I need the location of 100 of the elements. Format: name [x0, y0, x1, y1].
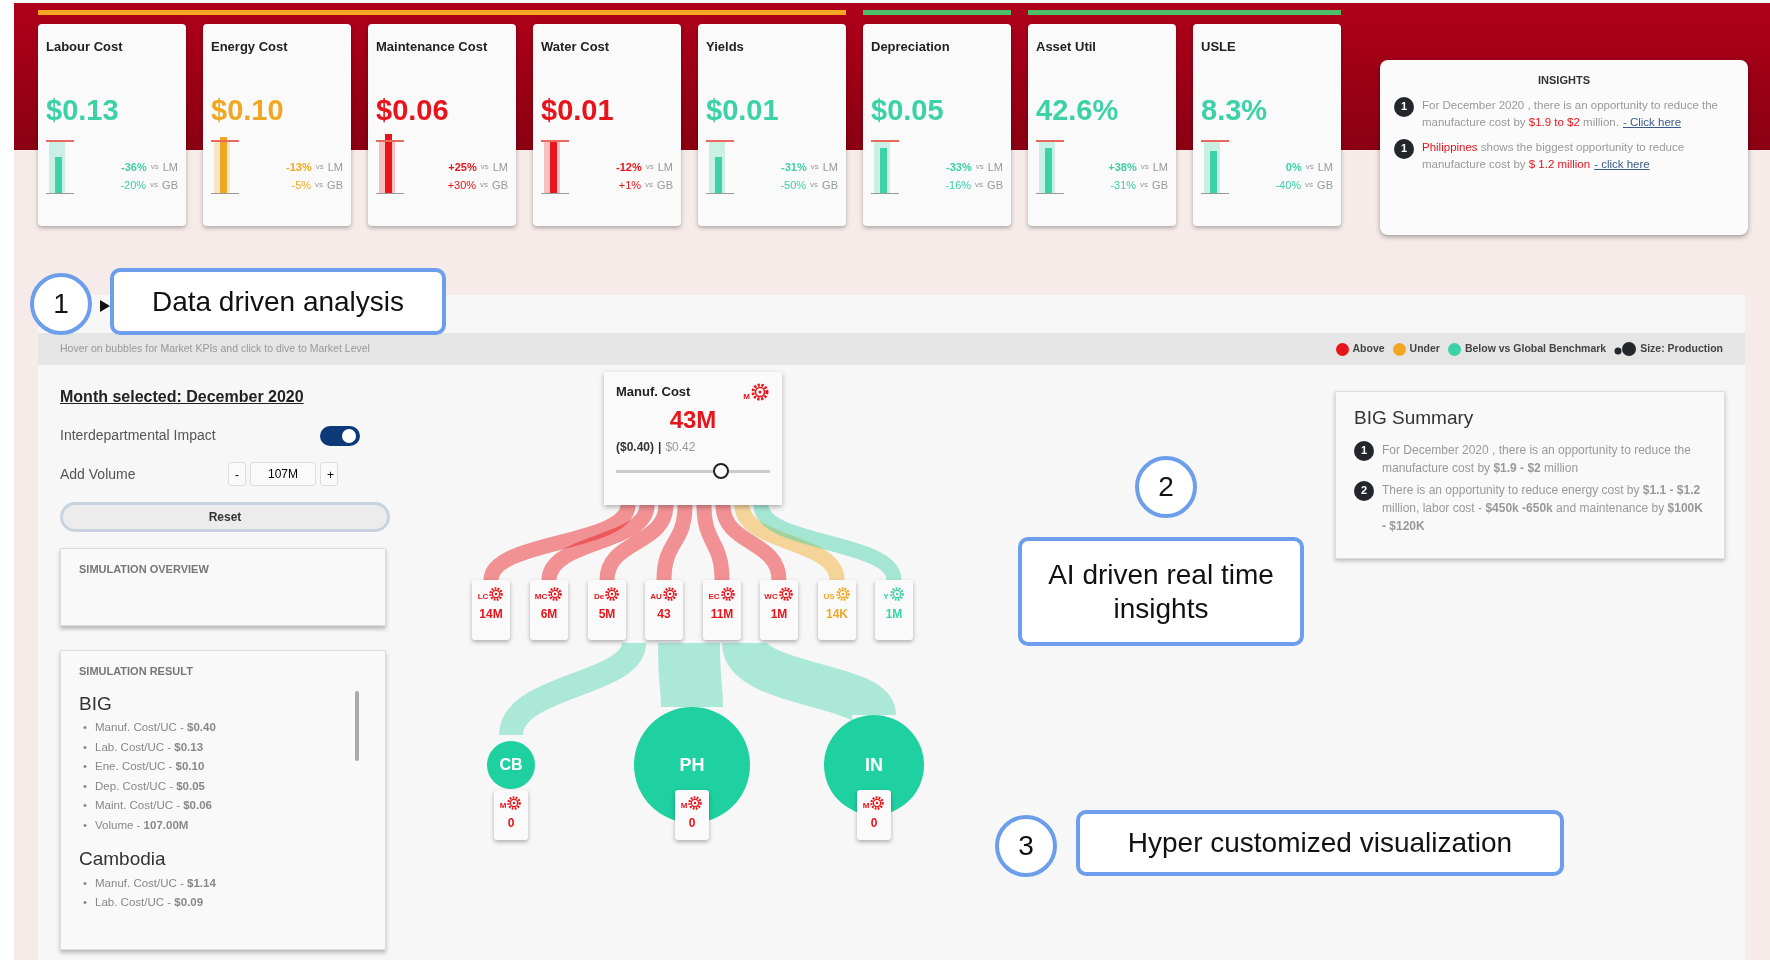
comparison-ref: LM: [987, 160, 1003, 176]
node-code: LC: [477, 592, 489, 602]
kpi-value: $0.05: [871, 94, 945, 127]
delta-value: -50%: [780, 178, 807, 194]
node-code: WC: [764, 592, 778, 602]
node-value: 1M: [885, 606, 903, 623]
gear-icon: [687, 795, 704, 811]
toggle-switch[interactable]: [320, 425, 360, 446]
plus-button[interactable]: +: [320, 462, 338, 486]
vs-label: vs: [1140, 179, 1149, 192]
kpi-title: Labour Cost: [46, 38, 124, 56]
comparison-ref: GB: [987, 178, 1003, 194]
kpi-node[interactable]: MC 6M: [530, 580, 568, 640]
result-item: Lab. Cost/UC - $0.09: [95, 895, 204, 910]
number-badge: 1: [1394, 96, 1414, 117]
market-kpi-node[interactable]: M 0: [494, 790, 528, 840]
bullet: •: [83, 798, 88, 813]
result-item: Manuf. Cost/UC - $1.14: [95, 875, 216, 891]
gear-icon: [547, 586, 564, 602]
delta-value: -36%: [121, 160, 147, 176]
actual-value: ($0.40): [616, 439, 655, 456]
node-value: 1M: [770, 606, 788, 623]
node-code: AU: [650, 592, 662, 602]
node-value: 0: [870, 815, 878, 832]
vs-label: vs: [150, 179, 159, 192]
volume-label: Add Volume: [60, 464, 137, 484]
flow-band: [658, 642, 723, 708]
minus-button[interactable]: -: [228, 462, 246, 486]
click-here-link[interactable]: - click here: [1594, 157, 1650, 170]
market-kpi-node[interactable]: M 0: [675, 790, 709, 840]
delta-value: +38%: [1108, 160, 1137, 176]
insight-text: For December 2020 , there is an opportunity to reduce the manufacture cost by $1.9 to $2 million. - Click here: [1422, 97, 1719, 130]
delta-value: -31%: [781, 160, 807, 176]
gear-icon: [888, 586, 905, 602]
node-value: 0: [507, 815, 515, 832]
kpi-value: 8.3%: [1201, 94, 1269, 127]
kpi-node[interactable]: WC 1M: [760, 580, 798, 640]
kpi-node[interactable]: LC 14M: [472, 580, 510, 640]
delta-value: +25%: [448, 160, 477, 176]
manuf-cost-card[interactable]: Manuf. Cost M 43M ($0.40) | $0.42: [604, 372, 782, 505]
number-badge: 1: [1394, 138, 1414, 159]
bullet: •: [83, 759, 88, 774]
comparison-ref: GB: [822, 178, 838, 194]
legend-label: Size: Production: [1640, 341, 1723, 357]
node-value: 5M: [598, 606, 616, 623]
result-item: Lab. Cost/UC - $0.13: [95, 739, 204, 755]
vs-label: vs: [1305, 179, 1314, 192]
callout-label: Data driven analysis: [110, 268, 446, 335]
slider-thumb[interactable]: [712, 463, 729, 479]
vs-label: vs: [480, 161, 489, 174]
click-here-link[interactable]: - Click here: [1622, 115, 1682, 128]
comparison-ref: LM: [657, 160, 673, 176]
vs-label: vs: [150, 161, 159, 174]
comparison-ref: LM: [327, 160, 343, 176]
kpi-title: Maintenance Cost: [376, 38, 489, 56]
vs-label: vs: [315, 161, 324, 174]
bullet: •: [83, 817, 88, 833]
delta-value: 0%: [1285, 160, 1302, 176]
comparison-ref: GB: [1317, 178, 1333, 194]
comparison-ref: LM: [1317, 160, 1333, 176]
reset-button[interactable]: Reset: [60, 502, 390, 532]
node-value: 14M: [479, 606, 503, 623]
comparison-ref: LM: [1152, 160, 1168, 176]
comparison-ref: GB: [162, 178, 178, 194]
vs-label: vs: [810, 179, 819, 192]
comparison-ref: GB: [1152, 178, 1168, 194]
vs-label: vs: [810, 161, 819, 174]
legend-label: Under: [1409, 341, 1440, 357]
kpi-title: USLE: [1201, 38, 1237, 56]
benchmark-value: $0.42: [665, 439, 696, 456]
insight-text: Philippines shows the biggest opportunity to reduce manufacture cost by $ 1.2 million - click here: [1422, 139, 1686, 172]
kpi-node[interactable]: De 5M: [588, 580, 626, 640]
market-kpi-node[interactable]: M 0: [857, 790, 891, 840]
result-item: Volume - 107.00M: [95, 817, 189, 833]
kpi-node[interactable]: EC 11M: [703, 580, 741, 640]
callout-label: AI driven real time insights: [1018, 537, 1304, 646]
node-code: EC: [708, 592, 720, 602]
kpi-node[interactable]: AU 43: [645, 580, 683, 640]
scrollbar[interactable]: [355, 691, 359, 761]
node-value: 43: [657, 606, 671, 623]
gear-icon: [604, 586, 621, 602]
bullet: •: [83, 778, 88, 794]
comparison-ref: LM: [492, 160, 508, 176]
node-code: M: [499, 801, 507, 811]
kpi-title: Depreciation: [871, 38, 951, 56]
delta-value: -20%: [120, 178, 147, 194]
comparison-ref: GB: [657, 178, 673, 194]
vs-label: vs: [1140, 161, 1149, 174]
result-item: Manuf. Cost/UC - $0.40: [95, 720, 216, 735]
bullet: •: [83, 739, 88, 755]
volume-input[interactable]: 107M: [250, 462, 316, 486]
callout-label: Hyper customized visualization: [1076, 810, 1564, 876]
number-badge: 2: [1354, 480, 1374, 501]
summary-text: There is an opportunity to reduce energy cost by $1.1 - $1.2 million, labor cost - $450k -650k and maintenance by $100K - $120K: [1382, 481, 1704, 535]
node-code: MC: [534, 592, 548, 602]
gear-icon: [661, 586, 678, 602]
delta-value: -40%: [1275, 178, 1302, 194]
node-code: M: [680, 801, 688, 811]
card-title: SIMULATION OVERVIEW: [79, 562, 210, 577]
node-code: US: [823, 592, 835, 602]
